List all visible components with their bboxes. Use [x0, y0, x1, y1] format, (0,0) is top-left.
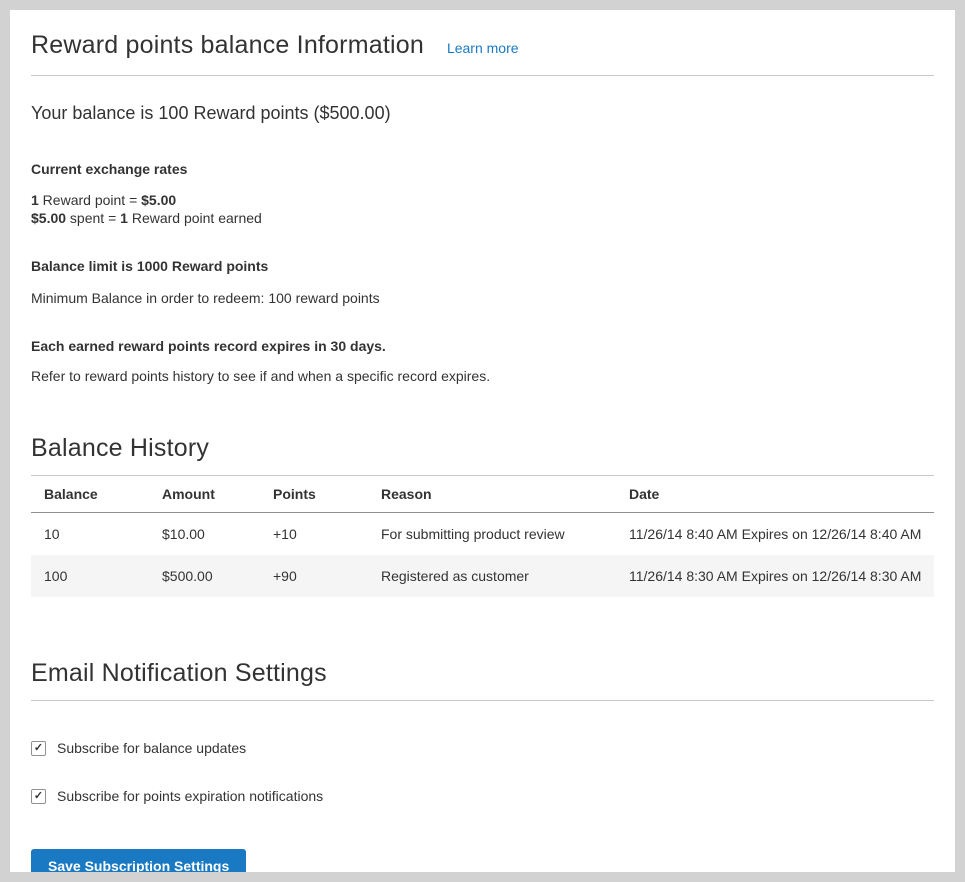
balance-updates-option[interactable]: ✓ Subscribe for balance updates	[31, 740, 934, 756]
column-header-points: Points	[260, 476, 368, 513]
actions-bar: Save Subscription Settings	[31, 849, 934, 872]
learn-more-link[interactable]: Learn more	[447, 40, 519, 56]
points-expiration-checkbox[interactable]: ✓	[31, 789, 46, 804]
cell-points: +90	[260, 555, 368, 597]
cell-points: +10	[260, 513, 368, 556]
cell-date: 11/26/14 8:30 AM Expires on 12/26/14 8:3…	[616, 555, 934, 597]
rate2-text: spent =	[66, 210, 120, 226]
balance-history-section: Balance History Balance Amount Points Re…	[31, 434, 934, 597]
rate2-points: 1	[120, 210, 128, 226]
page-header: Reward points balance Information Learn …	[31, 10, 934, 76]
balance-summary: Your balance is 100 Reward points ($500.…	[31, 103, 934, 124]
cell-balance: 10	[31, 513, 149, 556]
cell-date: 11/26/14 8:40 AM Expires on 12/26/14 8:4…	[616, 513, 934, 556]
cell-reason: Registered as customer	[368, 555, 616, 597]
balance-updates-label[interactable]: Subscribe for balance updates	[57, 740, 246, 756]
rate1-points: 1	[31, 192, 39, 208]
column-header-balance: Balance	[31, 476, 149, 513]
exchange-rate-line-1: 1 Reward point = $5.00	[31, 191, 934, 209]
points-expiration-option[interactable]: ✓ Subscribe for points expiration notifi…	[31, 788, 934, 804]
cell-balance: 100	[31, 555, 149, 597]
column-header-amount: Amount	[149, 476, 260, 513]
cell-amount: $10.00	[149, 513, 260, 556]
reward-points-page: Reward points balance Information Learn …	[10, 10, 955, 872]
balance-limit-text: Balance limit is 1000 Reward points	[31, 258, 934, 274]
balance-updates-checkbox[interactable]: ✓	[31, 741, 46, 756]
column-header-reason: Reason	[368, 476, 616, 513]
exchange-rates-heading: Current exchange rates	[31, 161, 934, 177]
save-subscription-settings-button[interactable]: Save Subscription Settings	[31, 849, 246, 872]
points-expiration-label[interactable]: Subscribe for points expiration notifica…	[57, 788, 323, 804]
cell-reason: For submitting product review	[368, 513, 616, 556]
email-settings-section: Email Notification Settings ✓ Subscribe …	[31, 659, 934, 872]
expiration-note-text: Refer to reward points history to see if…	[31, 368, 934, 384]
page-title: Reward points balance Information	[31, 31, 424, 60]
table-row: 10 $10.00 +10 For submitting product rev…	[31, 513, 934, 556]
table-row: 100 $500.00 +90 Registered as customer 1…	[31, 555, 934, 597]
minimum-balance-text: Minimum Balance in order to redeem: 100 …	[31, 290, 934, 306]
email-settings-heading: Email Notification Settings	[31, 659, 934, 701]
table-header-row: Balance Amount Points Reason Date	[31, 476, 934, 513]
cell-amount: $500.00	[149, 555, 260, 597]
expiration-rule-text: Each earned reward points record expires…	[31, 338, 934, 354]
rate1-text: Reward point =	[39, 192, 141, 208]
balance-history-heading: Balance History	[31, 434, 934, 476]
exchange-rates: 1 Reward point = $5.00 $5.00 spent = 1 R…	[31, 191, 934, 227]
rate2-value: $5.00	[31, 210, 66, 226]
column-header-date: Date	[616, 476, 934, 513]
balance-history-table: Balance Amount Points Reason Date 10 $10…	[31, 476, 934, 597]
rate2-tail: Reward point earned	[128, 210, 262, 226]
exchange-rate-line-2: $5.00 spent = 1 Reward point earned	[31, 209, 934, 227]
rate1-value: $5.00	[141, 192, 176, 208]
